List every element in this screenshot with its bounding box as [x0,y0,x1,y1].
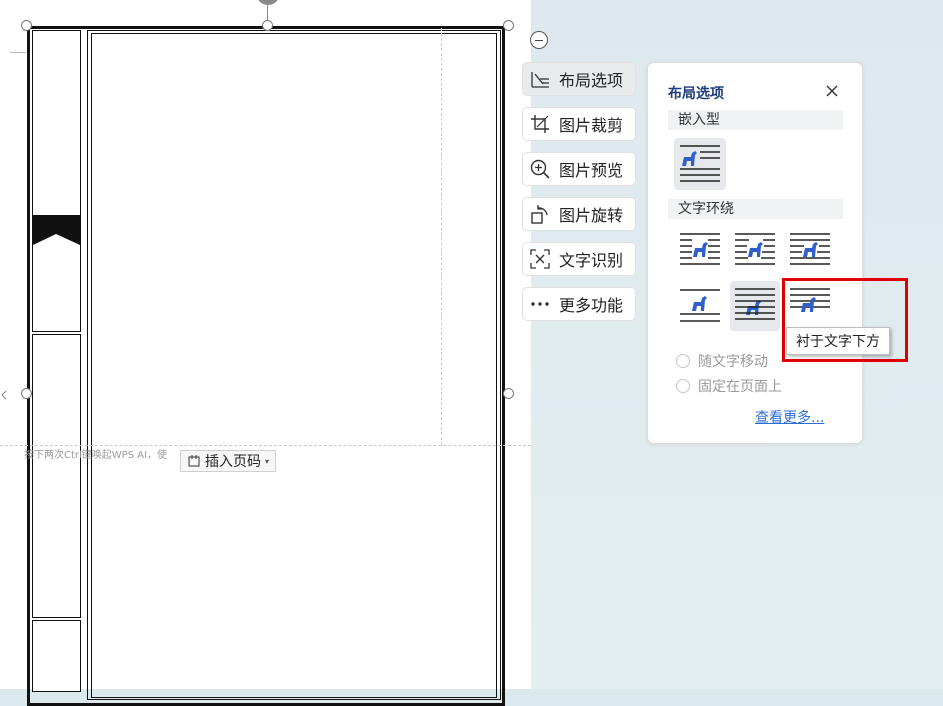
radio-button[interactable] [676,379,690,393]
main-content-frame-inner [91,33,497,698]
layout-options-panel: 布局选项 嵌入型 文字环绕 随文字移动 固定在页面上 查看更多... [647,62,863,444]
radio-button[interactable] [676,354,690,368]
wrap-top-bottom-icon [680,289,720,322]
behind-text-tooltip: 衬于文字下方 [786,327,890,355]
resize-handle-top-right[interactable] [503,20,514,31]
wrap-option-square[interactable] [675,226,725,276]
rotate-icon [531,205,548,224]
strip-box [32,620,81,692]
panel-title: 布局选项 [668,86,724,102]
wrap-option-through[interactable] [785,226,835,276]
margin-mark [10,52,26,53]
wrap-tight-icon [735,233,775,265]
resize-handle-top[interactable] [262,20,273,31]
more-dots-icon [531,302,549,306]
strip-box [32,30,81,216]
zoom-preview-icon [530,159,550,179]
left-decoration-strip [32,30,81,692]
wrap-option-behind-text[interactable] [730,281,780,331]
wrap-behind-text-icon [735,288,775,320]
toolbar-crop[interactable]: 图片裁剪 [522,107,636,141]
toolbar-label: 图片预览 [559,161,624,180]
toolbar-label: 图片裁剪 [559,116,624,135]
wrap-through-icon [790,233,830,265]
selection-guide-right [441,28,442,445]
wps-ai-hint: 按下两次Ctrl键唤起WPS AI，使 [24,450,168,461]
toolbar-preview[interactable]: 图片预览 [522,152,636,186]
wrap-square-icon [680,233,720,265]
crop-icon [531,115,549,133]
wrap-option-tight[interactable] [730,226,780,276]
inline-section-header: 嵌入型 [668,110,843,130]
resize-handle-right[interactable] [503,388,514,399]
resize-handle-left[interactable] [21,388,32,399]
fix-on-page-option[interactable]: 固定在页面上 [676,376,782,396]
strip-box [32,334,81,618]
collapse-toolbar-button[interactable] [530,31,548,49]
wrap-inline-icon [680,145,720,182]
toolbar-rotate[interactable]: 图片旋转 [522,197,636,231]
wrap-option-top-bottom[interactable] [675,281,725,331]
see-more-link[interactable]: 查看更多... [755,407,824,427]
ocr-icon [530,249,550,269]
page-number-icon [188,455,200,467]
insert-page-number-button[interactable]: 插入页码 ▾ [180,450,277,472]
move-with-text-option[interactable]: 随文字移动 [676,351,768,371]
move-with-text-label: 随文字移动 [698,354,768,370]
resize-handle-top-left[interactable] [21,20,32,31]
layout-options-icon [531,72,549,88]
toolbar-ocr[interactable]: 文字识别 [522,242,636,276]
toolbar-layout-options[interactable]: 布局选项 [522,62,636,96]
wrap-section-header: 文字环绕 [668,199,843,219]
strip-box-pennant [32,216,81,332]
caret-down-icon: ▾ [265,456,270,466]
toolbar-label: 图片旋转 [559,206,624,225]
pennant-shape [33,217,80,245]
fix-on-page-label: 固定在页面上 [698,379,782,395]
insert-page-number-label: 插入页码 [205,454,261,470]
toolbar-more[interactable]: 更多功能 [522,287,636,321]
toolbar-label: 更多功能 [559,296,624,315]
toolbar-label: 文字识别 [559,251,624,270]
close-icon[interactable] [824,83,840,99]
chevron-left-icon[interactable] [0,383,8,405]
toolbar-label: 布局选项 [559,71,624,90]
wrap-option-inline[interactable] [674,138,726,190]
